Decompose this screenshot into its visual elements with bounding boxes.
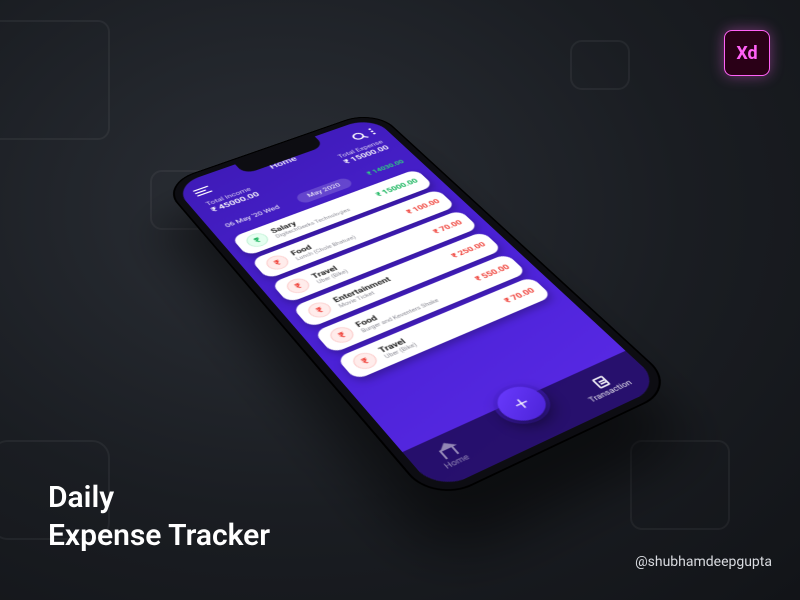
nav-transaction[interactable]: Transaction (576, 368, 635, 404)
caption-line2: Expense Tracker (48, 517, 270, 555)
author-credit: @shubhamdeepgupta (635, 554, 772, 570)
transaction-amount: ₹ 550.00 (473, 263, 512, 282)
search-icon[interactable] (350, 131, 366, 140)
transaction-sub: Burger and Keventers Shake (360, 283, 475, 333)
transaction-amount: ₹ 70.00 (502, 287, 536, 305)
transaction-category: Food (354, 277, 471, 329)
rupee-icon: ₹ (326, 324, 357, 345)
app-screen: Home Total Income ₹ 45000.00 Total Expen… (173, 116, 663, 492)
transaction-category: Travel (377, 299, 500, 355)
caption-line1: Daily (48, 479, 270, 517)
transaction-sub: Uber (Bike) (383, 305, 505, 359)
transaction-amount: ₹ 250.00 (450, 241, 488, 260)
rupee-icon: ₹ (243, 231, 272, 249)
rupee-icon: ₹ (304, 300, 335, 320)
transaction-amount: ₹ 15000.00 (374, 178, 420, 198)
transaction-amount: ₹ 70.00 (431, 219, 464, 235)
nav-home[interactable]: Home (433, 443, 472, 471)
menu-icon[interactable] (193, 186, 213, 197)
rupee-icon: ₹ (283, 276, 313, 296)
transaction-row[interactable]: ₹TravelUber (Bike)₹ 70.00 (336, 276, 552, 380)
xd-badge: Xd (724, 30, 770, 76)
phone-frame: Home Total Income ₹ 45000.00 Total Expen… (160, 110, 678, 504)
nav-home-label: Home (442, 453, 471, 471)
nav-transaction-label: Transaction (587, 379, 634, 404)
plus-icon: + (507, 392, 537, 416)
transaction-list: ₹SalaryDigitechGeeks Technologies₹ 15000… (231, 169, 610, 441)
add-button[interactable]: + (488, 381, 555, 428)
bg-deco (630, 440, 730, 530)
bottom-nav: Home Transaction (402, 351, 663, 492)
bg-deco (0, 20, 110, 140)
transaction-icon (591, 375, 611, 389)
transaction-amount: ₹ 100.00 (405, 198, 442, 215)
rupee-icon: ₹ (263, 253, 293, 272)
home-icon (438, 445, 459, 459)
rupee-icon: ₹ (349, 350, 381, 372)
overflow-icon[interactable] (368, 128, 376, 134)
xd-badge-label: Xd (736, 43, 757, 64)
hero-caption: Daily Expense Tracker (48, 479, 270, 554)
bg-deco (570, 40, 630, 90)
